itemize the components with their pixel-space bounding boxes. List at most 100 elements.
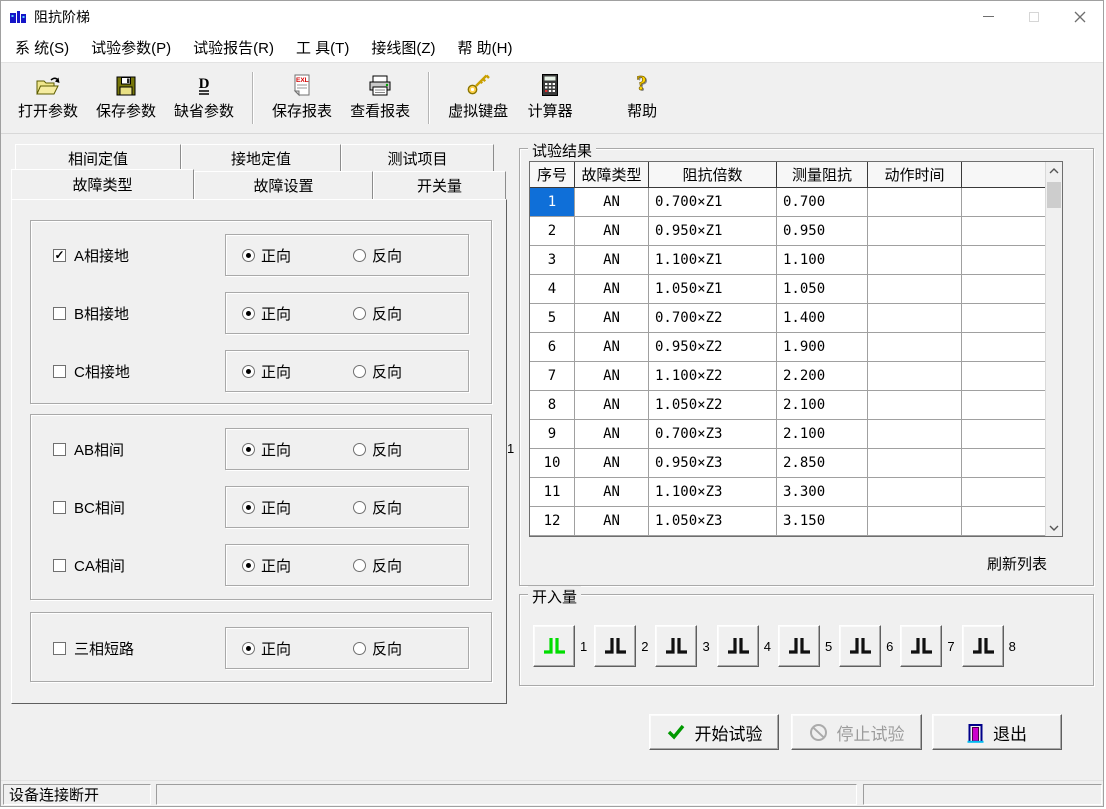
scrollbar-thumb[interactable]: [1047, 182, 1061, 208]
question-icon: ? ?: [632, 70, 652, 97]
radio-forward[interactable]: 正向: [242, 497, 291, 518]
checkbox-icon: [53, 443, 66, 456]
table-row[interactable]: 8AN1.050×Z22.100: [530, 391, 1045, 420]
radio-forward[interactable]: 正向: [242, 638, 291, 659]
table-row[interactable]: 4AN1.050×Z11.050: [530, 275, 1045, 304]
radio-forward[interactable]: 正向: [242, 361, 291, 382]
radio-icon: [353, 365, 366, 378]
switch-button-6[interactable]: [839, 625, 881, 667]
checkbox-bc-phase[interactable]: BC相间: [53, 485, 125, 529]
menu-system[interactable]: 系 统(S): [4, 33, 80, 62]
close-icon[interactable]: [1057, 1, 1103, 32]
checkbox-b-phase-ground[interactable]: B相接地: [53, 291, 129, 335]
stop-test-button[interactable]: 停止试验: [791, 714, 922, 750]
maximize-icon[interactable]: [1011, 1, 1057, 32]
menu-test-params[interactable]: 试验参数(P): [80, 33, 182, 62]
vertical-scrollbar[interactable]: [1045, 162, 1062, 536]
switch-icon: [847, 635, 873, 657]
exit-door-icon: [967, 722, 984, 743]
radio-reverse[interactable]: 反向: [353, 638, 402, 659]
default-params-button[interactable]: D 缺省参数: [165, 69, 243, 122]
app-window: 阻抗阶梯 系 统(S) 试验参数(P) 试验报告(R) 工 具(T) 接线图(Z…: [0, 0, 1104, 807]
radio-icon: [353, 642, 366, 655]
tab-fault-type[interactable]: 故障类型: [11, 169, 194, 199]
checkbox-c-phase-ground[interactable]: C相接地: [53, 349, 130, 393]
radio-forward[interactable]: 正向: [242, 245, 291, 266]
view-report-button[interactable]: 查看报表: [341, 69, 419, 122]
col-header-measured-impedance[interactable]: 测量阻抗: [777, 162, 868, 188]
radio-reverse[interactable]: 反向: [353, 245, 402, 266]
switch-button-1[interactable]: [533, 625, 575, 667]
tab-test-items[interactable]: 测试项目: [341, 144, 494, 171]
help-button[interactable]: ? ? 帮助: [609, 69, 675, 122]
scroll-down-icon[interactable]: [1046, 519, 1062, 536]
window-title: 阻抗阶梯: [34, 7, 90, 27]
channel-number: 5: [825, 639, 832, 654]
tab-switch-quantity[interactable]: 开关量: [373, 171, 506, 199]
save-report-button[interactable]: EXL 保存报表: [263, 69, 341, 122]
checkbox-a-phase-ground[interactable]: A相接地: [53, 233, 129, 277]
channel-number: 2: [641, 639, 648, 654]
toolbar-separator: [428, 72, 430, 124]
tab-fault-config[interactable]: 故障设置: [194, 171, 373, 199]
start-test-button[interactable]: 开始试验: [649, 714, 779, 750]
menu-tools[interactable]: 工 具(T): [285, 33, 360, 62]
exit-button[interactable]: 退出: [932, 714, 1062, 750]
menu-test-report[interactable]: 试验报告(R): [182, 33, 285, 62]
table-row[interactable]: 10AN0.950×Z32.850: [530, 449, 1045, 478]
col-header-seq[interactable]: 序号: [530, 162, 575, 188]
svg-text:D: D: [199, 76, 210, 92]
svg-text:?: ?: [636, 71, 647, 95]
tab-ground-settings[interactable]: 接地定值: [181, 144, 341, 171]
direction-frame: 正向 反向: [225, 292, 469, 334]
checkbox-three-phase-short[interactable]: 三相短路: [53, 626, 134, 670]
table-row[interactable]: 1AN0.700×Z10.700: [530, 188, 1045, 217]
radio-reverse[interactable]: 反向: [353, 439, 402, 460]
switch-button-2[interactable]: [594, 625, 636, 667]
col-header-fault-type[interactable]: 故障类型: [575, 162, 649, 188]
digital-input-row: 1 2 3 4 5 6 7 8: [533, 625, 1023, 667]
switch-button-7[interactable]: [900, 625, 942, 667]
checkbox-ab-phase[interactable]: AB相间: [53, 427, 124, 471]
refresh-list-button[interactable]: 刷新列表: [987, 553, 1047, 574]
col-header-action-time[interactable]: 动作时间: [868, 162, 962, 188]
radio-forward[interactable]: 正向: [242, 303, 291, 324]
open-params-button[interactable]: 打开参数: [9, 69, 87, 122]
virtual-keyboard-button[interactable]: 虚拟键盘: [439, 69, 517, 122]
tab-phase-settings[interactable]: 相间定值: [15, 144, 181, 171]
key-icon: [466, 70, 490, 97]
radio-reverse[interactable]: 反向: [353, 555, 402, 576]
calculator-button[interactable]: 计算器: [517, 69, 583, 122]
checkbox-icon: [53, 365, 66, 378]
save-params-button[interactable]: 保存参数: [87, 69, 165, 122]
direction-frame: 正向 反向: [225, 544, 469, 586]
col-header-impedance-multiple[interactable]: 阻抗倍数: [649, 162, 777, 188]
switch-button-4[interactable]: [717, 625, 759, 667]
channel-number: 3: [702, 639, 709, 654]
table-row[interactable]: 11AN1.100×Z33.300: [530, 478, 1045, 507]
table-row[interactable]: 12AN1.050×Z33.150: [530, 507, 1045, 536]
radio-reverse[interactable]: 反向: [353, 303, 402, 324]
table-row[interactable]: 5AN0.700×Z21.400: [530, 304, 1045, 333]
radio-reverse[interactable]: 反向: [353, 497, 402, 518]
switch-button-3[interactable]: [655, 625, 697, 667]
table-row[interactable]: 2AN0.950×Z10.950: [530, 217, 1045, 246]
table-row[interactable]: 3AN1.100×Z11.100: [530, 246, 1045, 275]
radio-forward[interactable]: 正向: [242, 555, 291, 576]
open-folder-icon: [35, 70, 61, 97]
switch-button-8[interactable]: [962, 625, 1004, 667]
table-row[interactable]: 6AN0.950×Z21.900: [530, 333, 1045, 362]
table-row[interactable]: 9AN0.700×Z32.100: [530, 420, 1045, 449]
scroll-up-icon[interactable]: [1046, 162, 1062, 179]
table-row[interactable]: 7AN1.100×Z22.200: [530, 362, 1045, 391]
radio-forward[interactable]: 正向: [242, 439, 291, 460]
direction-frame: 正向 反向: [225, 428, 469, 470]
menu-wiring-diagram[interactable]: 接线图(Z): [360, 33, 446, 62]
radio-reverse[interactable]: 反向: [353, 361, 402, 382]
direction-frame: 正向 反向: [225, 350, 469, 392]
checkbox-label: C相接地: [74, 361, 130, 382]
menu-help[interactable]: 帮 助(H): [446, 33, 523, 62]
minimize-icon[interactable]: [965, 1, 1011, 32]
checkbox-ca-phase[interactable]: CA相间: [53, 543, 125, 587]
switch-button-5[interactable]: [778, 625, 820, 667]
